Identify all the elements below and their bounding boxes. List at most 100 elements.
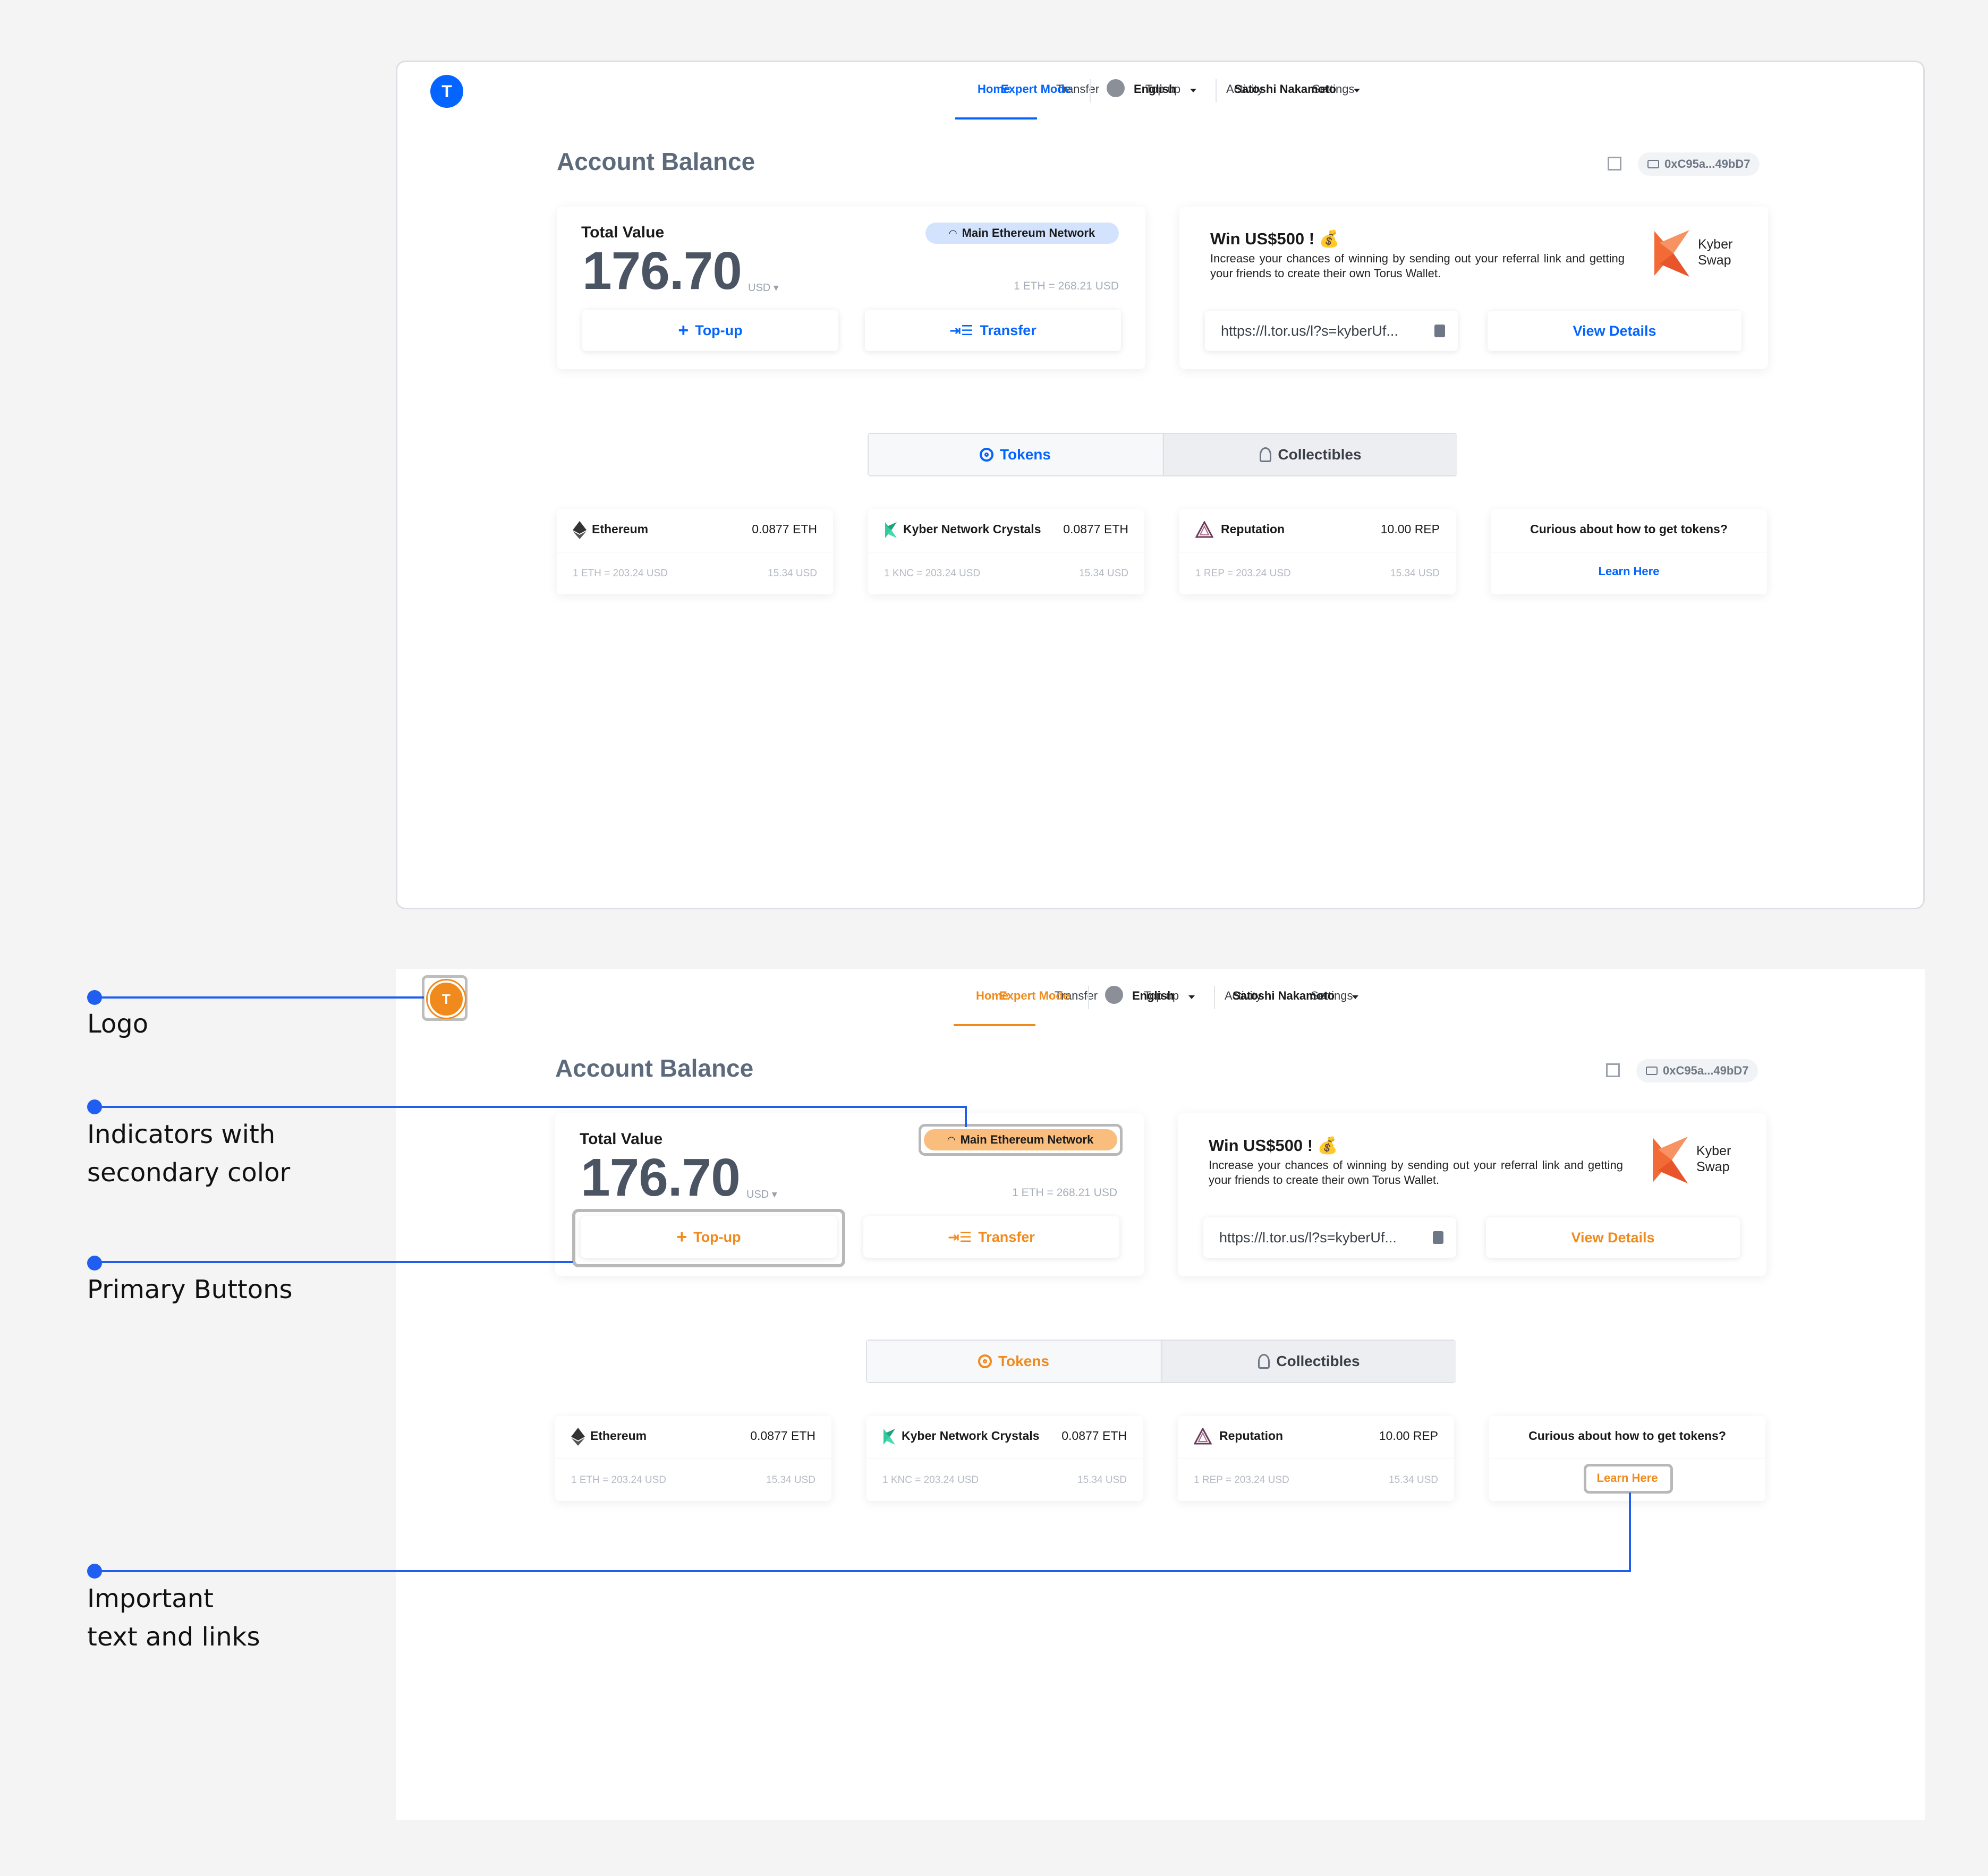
token-rate: 1 REP = 203.24 USD [1195,568,1291,579]
token-rate: 1 KNC = 203.24 USD [884,568,981,579]
plus-icon: + [676,1226,687,1247]
token-card-kyber[interactable]: Kyber Network Crystals 0.0877 ETH 1 KNC … [868,509,1144,594]
tab-tokens[interactable]: Tokens [867,1341,1160,1382]
user-menu[interactable]: Satoshi Nakamoto [1234,82,1336,96]
learn-here-link[interactable]: Learn Here [1491,565,1767,578]
token-amount: 10.00 REP [1380,522,1440,536]
annotation-important-text: Important text and links [87,1584,260,1652]
kyber-network-icon [883,1429,895,1445]
wallet-address-chip[interactable]: 0xC95a...49bD7 [1636,1059,1758,1082]
wallet-icon [1646,1067,1658,1075]
copy-icon[interactable] [1433,1231,1443,1244]
referral-link-field[interactable]: https://l.tor.us/l?s=kyberUf... [1205,311,1458,351]
chevron-down-icon[interactable] [1188,995,1195,999]
divider [1090,79,1091,103]
view-details-button[interactable]: View Details [1488,311,1741,351]
wallet-address: 0xC95a...49bD7 [1663,1064,1749,1077]
logo-letter: T [441,81,452,101]
globe-icon [1107,79,1125,97]
chevron-down-icon[interactable] [1352,995,1358,999]
asset-tabs: Tokens Collectibles [866,1340,1456,1383]
help-question: Curious about how to get tokens? [1528,1429,1726,1443]
chevron-down-icon[interactable] [1354,89,1360,92]
annotation-line [965,1106,967,1127]
copy-icon[interactable] [1434,325,1445,337]
collectibles-icon [1260,447,1272,462]
torus-logo-icon[interactable]: T [430,75,463,108]
language-select[interactable]: English [1134,82,1176,96]
asset-tabs: Tokens Collectibles [868,433,1457,476]
qr-code-icon[interactable] [1608,157,1621,170]
referral-link-field[interactable]: https://l.tor.us/l?s=kyberUf... [1203,1217,1456,1258]
page-title: Account Balance [557,148,755,175]
token-rate: 1 ETH = 203.24 USD [573,568,668,579]
help-card: Curious about how to get tokens? Learn H… [1489,1416,1765,1501]
annotation-line [95,1570,1631,1572]
wallet-icon [1647,160,1659,168]
token-usd-value: 15.34 USD [1390,568,1440,579]
annotation-line [1629,1493,1631,1572]
custom-logo-icon[interactable]: T [428,980,465,1018]
promo-title: Win US$500 ! 💰 [1210,229,1340,248]
currency-select[interactable]: USD ▾ [746,1188,777,1201]
kyber-swap-logo-icon [1654,230,1689,277]
learn-here-link[interactable]: Learn Here [1489,1471,1765,1485]
qr-code-icon[interactable] [1606,1063,1620,1077]
promo-text: Increase your chances of winning by send… [1210,252,1625,280]
token-usd-value: 15.34 USD [1079,568,1128,579]
token-card-reputation[interactable]: Reputation 10.00 REP 1 REP = 203.24 USD … [1178,1416,1454,1501]
token-amount: 10.00 REP [1379,1429,1438,1443]
token-name: Reputation [1219,1429,1284,1443]
view-details-button[interactable]: View Details [1486,1217,1740,1258]
kyber-swap-wordmark: Kyber Swap [1696,1144,1731,1174]
token-amount: 0.0877 ETH [1061,1429,1127,1443]
topup-button[interactable]: + Top-up [581,1216,837,1258]
total-value-label: Total Value [581,224,665,241]
wallet-screen-orange: T Home Transfer Top up Activity Settings… [396,969,1925,1820]
token-card-ethereum[interactable]: Ethereum 0.0877 ETH 1 ETH = 203.24 USD 1… [555,1416,831,1501]
annotation-line [95,1106,967,1108]
wifi-icon: ◠ [947,1134,955,1145]
tab-tokens[interactable]: Tokens [869,434,1162,475]
kyber-swap-wordmark: Kyber Swap [1698,237,1733,268]
page-title: Account Balance [555,1054,754,1082]
reputation-icon [1194,1428,1212,1445]
plus-icon: + [678,320,689,340]
tab-collectibles[interactable]: Collectibles [1163,434,1457,475]
wallet-address: 0xC95a...49bD7 [1664,157,1751,170]
expert-mode-link[interactable]: Expert Mode [999,989,1069,1003]
expert-mode-link[interactable]: Expert Mode [1001,82,1071,96]
currency-select[interactable]: USD ▾ [748,281,779,294]
token-usd-value: 15.34 USD [768,568,817,579]
nav-active-underline [955,117,1037,120]
help-question: Curious about how to get tokens? [1530,522,1728,536]
total-value-card: Total Value 176.70 USD ▾ ◠ Main Ethereum… [557,207,1145,369]
network-badge[interactable]: ◠ Main Ethereum Network [925,223,1119,244]
token-card-ethereum[interactable]: Ethereum 0.0877 ETH 1 ETH = 203.24 USD 1… [557,509,833,594]
globe-icon [1105,986,1123,1004]
token-card-reputation[interactable]: Reputation 10.00 REP 1 REP = 203.24 USD … [1179,509,1456,594]
topup-button[interactable]: + Top-up [582,310,838,351]
tab-collectibles[interactable]: Collectibles [1161,1341,1456,1382]
wallet-address-chip[interactable]: 0xC95a...49bD7 [1638,152,1760,176]
transfer-button[interactable]: ⇥☰ Transfer [865,310,1121,351]
network-badge[interactable]: ◠ Main Ethereum Network [924,1129,1117,1150]
language-select[interactable]: English [1132,989,1174,1003]
nav-active-underline [954,1024,1035,1026]
user-menu[interactable]: Satoshi Nakamoto [1233,989,1335,1003]
token-name: Ethereum [592,522,649,536]
ethereum-icon [571,1428,585,1446]
divider [1214,986,1215,1009]
token-card-kyber[interactable]: Kyber Network Crystals 0.0877 ETH 1 KNC … [866,1416,1143,1501]
network-label: Main Ethereum Network [960,1133,1094,1146]
reputation-icon [1195,521,1213,538]
promo-title: Win US$500 ! 💰 [1209,1136,1338,1155]
referral-promo-card: Win US$500 ! 💰 Increase your chances of … [1178,1113,1766,1276]
token-rate: 1 ETH = 203.24 USD [571,1474,667,1486]
collectibles-icon [1258,1354,1270,1369]
tokens-icon [978,1354,992,1368]
transfer-button[interactable]: ⇥☰ Transfer [863,1216,1119,1258]
chevron-down-icon[interactable] [1190,89,1196,92]
token-name: Reputation [1221,522,1285,536]
annotation-line [95,996,424,999]
